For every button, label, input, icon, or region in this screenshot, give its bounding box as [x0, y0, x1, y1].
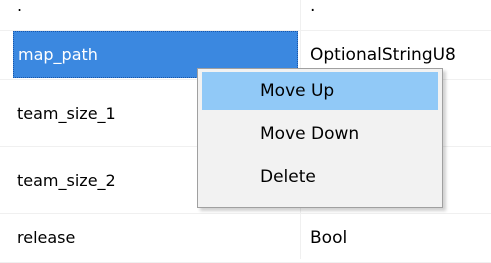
- row-type-cell[interactable]: .: [300, 0, 491, 30]
- row-name-cell[interactable]: release: [13, 214, 298, 262]
- menu-item-move-down[interactable]: Move Down: [202, 115, 438, 153]
- menu-item-move-up[interactable]: Move Up: [202, 72, 438, 110]
- row-name-cell[interactable]: .: [13, 0, 298, 30]
- row-type-cell[interactable]: Bool: [300, 214, 491, 262]
- context-menu: Move Up Move Down Delete: [197, 68, 443, 208]
- table-row[interactable]: release Bool: [0, 214, 491, 263]
- table-row[interactable]: . .: [0, 0, 491, 31]
- menu-item-delete[interactable]: Delete: [202, 158, 438, 196]
